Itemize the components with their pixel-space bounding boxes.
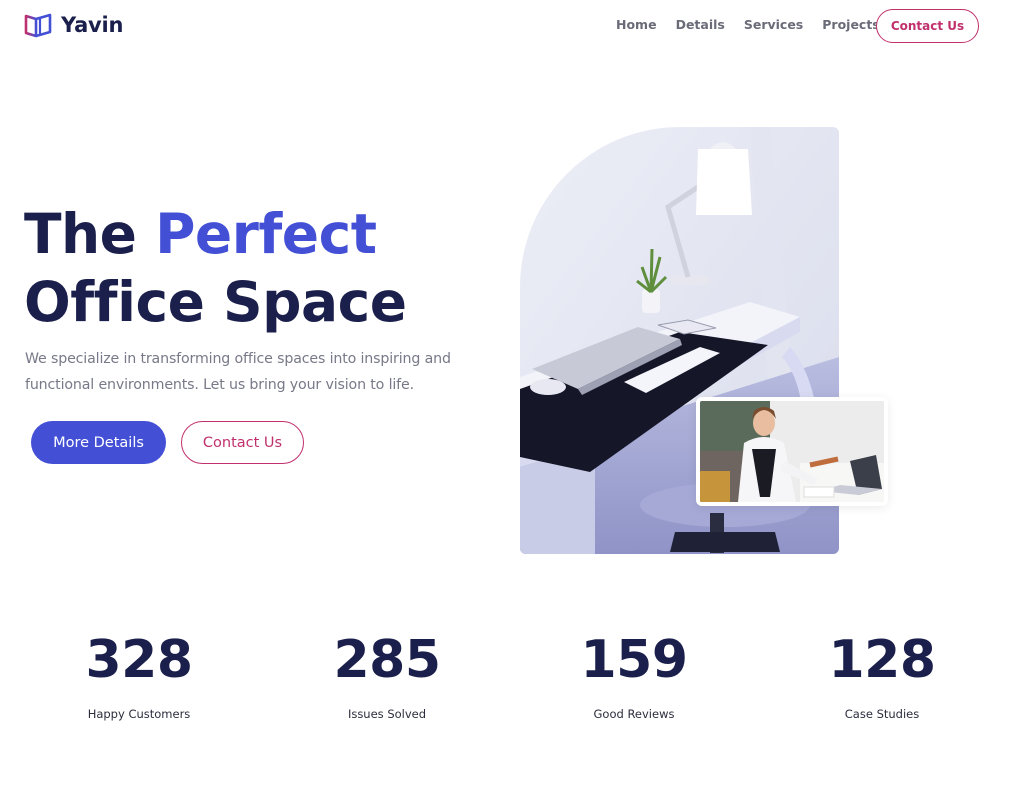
- nav-link-details[interactable]: Details: [676, 17, 725, 32]
- stat-label: Good Reviews: [593, 707, 675, 721]
- book-icon: [24, 13, 52, 38]
- hero-title-accent: Perfect: [155, 202, 377, 266]
- top-navigation: Yavin Home Details Services Projects Con…: [0, 0, 1017, 52]
- more-details-button[interactable]: More Details: [31, 421, 166, 464]
- stat-label: Issues Solved: [347, 707, 427, 721]
- stat-issues-solved: 285 Issues Solved: [287, 628, 487, 721]
- hero-title-part1: The: [24, 202, 156, 266]
- main-menu: Home Details Services Projects: [616, 17, 880, 32]
- hero-title: The Perfect Office Space: [24, 200, 407, 336]
- stat-label: Happy Customers: [87, 707, 191, 721]
- nav-link-projects[interactable]: Projects: [822, 17, 880, 32]
- stat-value: 159: [580, 630, 688, 690]
- nav-contact-button[interactable]: Contact Us: [876, 9, 979, 43]
- stat-good-reviews: 159 Good Reviews: [534, 628, 734, 721]
- hero-title-line2: Office Space: [24, 270, 407, 334]
- brand-logo[interactable]: Yavin: [24, 12, 123, 38]
- stat-value: 128: [828, 630, 936, 690]
- brand-name: Yavin: [61, 13, 124, 37]
- stat-case-studies: 128 Case Studies: [782, 628, 982, 721]
- nav-link-services[interactable]: Services: [744, 17, 803, 32]
- stat-label: Case Studies: [844, 707, 920, 721]
- woman-at-laptop-image: [696, 397, 888, 506]
- stat-value: 285: [333, 630, 441, 690]
- stat-value: 328: [85, 630, 193, 690]
- nav-link-home[interactable]: Home: [616, 17, 657, 32]
- hero-description: We specialize in transforming office spa…: [25, 351, 451, 393]
- hero-contact-button[interactable]: Contact Us: [181, 421, 304, 464]
- stat-happy-customers: 328 Happy Customers: [39, 628, 239, 721]
